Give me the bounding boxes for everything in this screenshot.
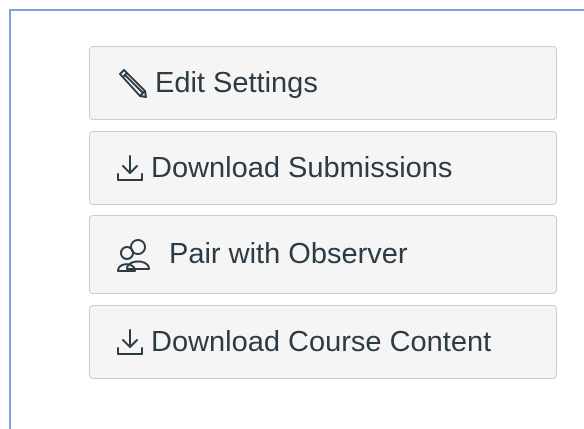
- download-icon: [115, 326, 145, 358]
- pair-with-observer-button[interactable]: Pair with Observer: [89, 215, 557, 294]
- download-icon: [115, 152, 145, 184]
- download-course-content-button[interactable]: Download Course Content: [89, 305, 557, 379]
- pair-with-observer-label: Pair with Observer: [169, 238, 408, 270]
- pencil-icon: [115, 67, 149, 99]
- download-submissions-button[interactable]: Download Submissions: [89, 131, 557, 205]
- edit-settings-button[interactable]: Edit Settings: [89, 46, 557, 120]
- download-submissions-label: Download Submissions: [151, 151, 453, 184]
- edit-settings-label: Edit Settings: [155, 66, 318, 99]
- download-course-content-label: Download Course Content: [151, 325, 492, 358]
- users-icon: [115, 236, 155, 274]
